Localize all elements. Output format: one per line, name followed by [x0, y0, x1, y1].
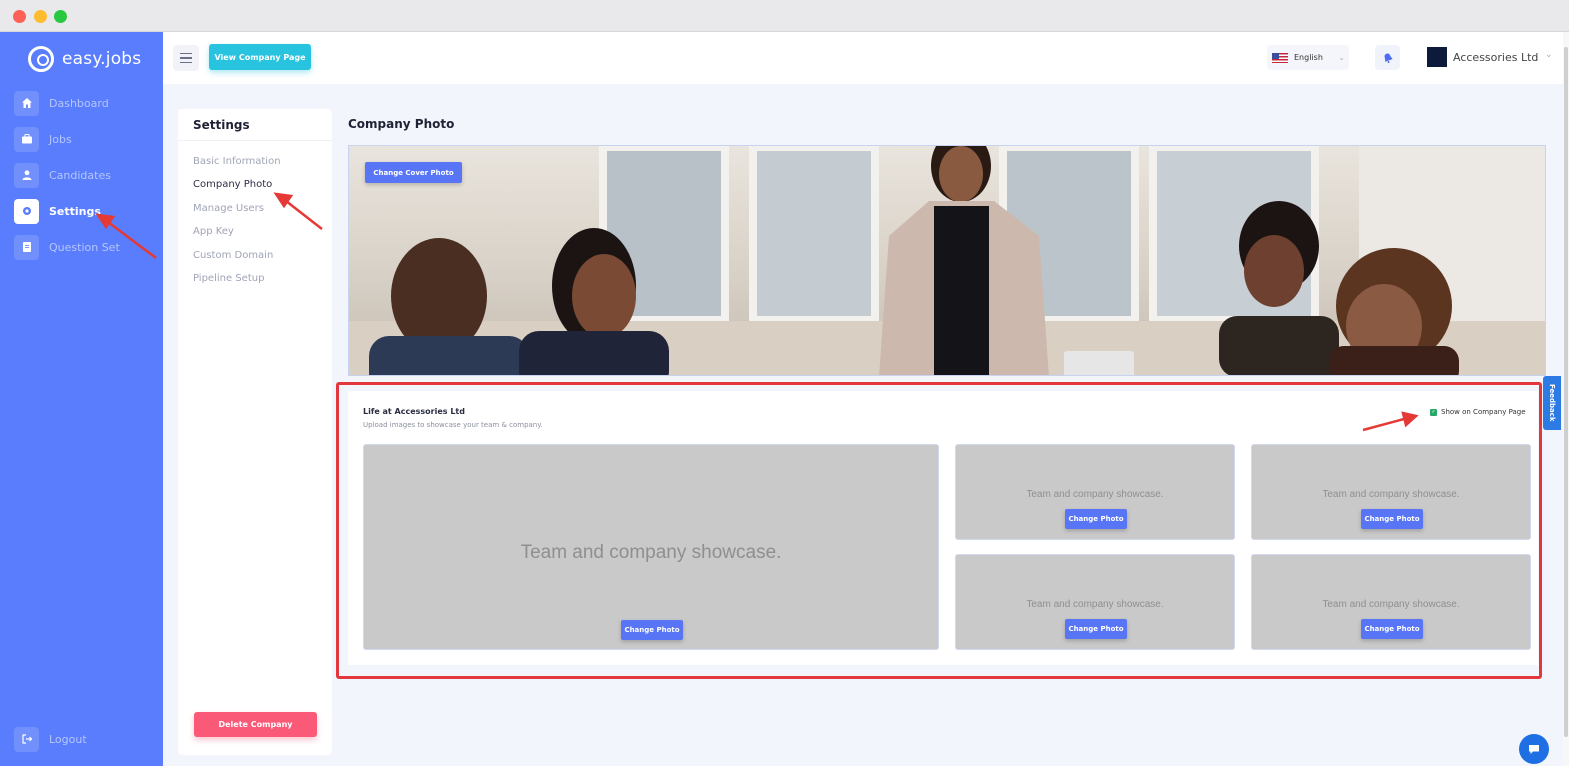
chat-button[interactable] — [1519, 734, 1549, 764]
sidebar-item-label: Jobs — [49, 132, 72, 146]
notification-button[interactable] — [1375, 45, 1400, 70]
brand[interactable]: easy.jobs — [28, 46, 141, 72]
document-icon — [14, 234, 39, 260]
company-name[interactable]: Accessories Ltd — [1453, 51, 1538, 64]
home-icon — [14, 90, 39, 116]
sidebar-item-dashboard[interactable]: Dashboard — [14, 90, 109, 116]
scrollbar-thumb[interactable] — [1564, 47, 1568, 737]
feedback-tab[interactable]: Feedback — [1543, 376, 1561, 430]
sidebar-item-label: Dashboard — [49, 96, 109, 110]
gear-icon — [14, 198, 39, 224]
sidebar-item-settings[interactable]: Settings — [14, 198, 101, 224]
sidebar-item-label: Candidates — [49, 168, 111, 182]
logout-button[interactable]: Logout — [14, 726, 87, 752]
bell-icon — [1384, 53, 1393, 63]
minimize-window-button[interactable] — [34, 10, 47, 23]
maximize-window-button[interactable] — [54, 10, 67, 23]
us-flag-icon — [1272, 52, 1288, 63]
settings-link-custom-domain[interactable]: Custom Domain — [193, 250, 273, 261]
delete-company-button[interactable]: Delete Company — [194, 712, 317, 737]
settings-link-app-key[interactable]: App Key — [193, 226, 234, 237]
chevron-down-icon: ⌄ — [1338, 53, 1345, 62]
menu-toggle-button[interactable] — [173, 45, 199, 71]
settings-title: Settings — [178, 109, 332, 141]
brand-logo-icon — [28, 46, 54, 72]
settings-link-basic-information[interactable]: Basic Information — [193, 156, 281, 167]
close-window-button[interactable] — [13, 10, 26, 23]
user-icon — [14, 162, 39, 188]
cover-photo: Change Cover Photo — [348, 145, 1546, 376]
settings-link-pipeline-setup[interactable]: Pipeline Setup — [193, 273, 264, 284]
logout-label: Logout — [49, 732, 87, 746]
hamburger-icon — [180, 52, 192, 55]
sidebar-item-label: Question Set — [49, 240, 120, 254]
view-company-page-button[interactable]: View Company Page — [209, 44, 311, 70]
window-titlebar — [0, 0, 1569, 32]
sidebar-item-label: Settings — [49, 204, 101, 218]
sidebar-item-candidates[interactable]: Candidates — [14, 162, 111, 188]
page-title: Company Photo — [348, 117, 455, 131]
highlight-box — [336, 382, 1542, 679]
settings-link-manage-users[interactable]: Manage Users — [193, 203, 264, 214]
briefcase-icon — [14, 126, 39, 152]
change-cover-photo-button[interactable]: Change Cover Photo — [365, 162, 462, 183]
logout-icon — [14, 726, 39, 752]
settings-menu: Settings Basic Information Company Photo… — [178, 109, 332, 755]
chevron-down-icon[interactable]: ⌄ — [1545, 50, 1553, 60]
company-logo[interactable] — [1427, 47, 1447, 67]
sidebar-item-jobs[interactable]: Jobs — [14, 126, 72, 152]
top-bar: View Company Page English ⌄ Accessories … — [163, 32, 1563, 84]
cover-image — [349, 146, 1545, 375]
page-scrollbar[interactable] — [1563, 32, 1569, 766]
settings-link-company-photo[interactable]: Company Photo — [193, 179, 272, 190]
chat-icon — [1529, 745, 1539, 754]
language-label: English — [1294, 53, 1323, 62]
sidebar: easy.jobs Dashboard Jobs Candidates Sett… — [0, 32, 163, 766]
sidebar-item-question-set[interactable]: Question Set — [14, 234, 120, 260]
language-select[interactable]: English ⌄ — [1267, 45, 1349, 70]
brand-name: easy.jobs — [62, 49, 142, 69]
